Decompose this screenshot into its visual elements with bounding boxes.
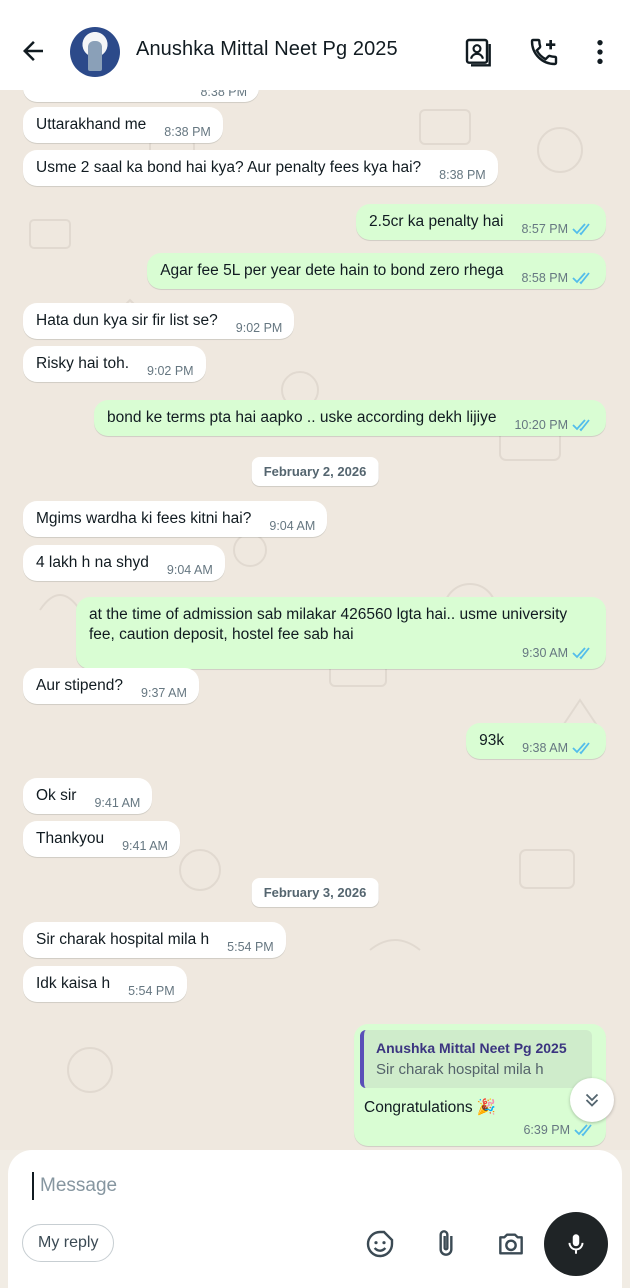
message-time: 9:02 PM <box>147 364 194 378</box>
message-bubble[interactable]: Risky hai toh. 9:02 PM <box>23 346 206 382</box>
message-text: Risky hai toh. <box>36 355 130 372</box>
reply-quote-name: Anushka Mittal Neet Pg 2025 <box>376 1040 567 1056</box>
message-time: 9:41 AM <box>94 796 141 810</box>
message-bubble[interactable]: bond ke terms pta hai aapko .. uske acco… <box>94 400 606 436</box>
voice-record-button[interactable] <box>544 1212 608 1276</box>
message-bubble[interactable]: Ok sir 9:41 AM <box>23 778 153 814</box>
message-bubble[interactable]: Aur stipend? 9:37 AM <box>23 668 199 704</box>
message-time: 8:38 PM <box>200 90 247 99</box>
message-time: 6:39 PM <box>523 1120 596 1140</box>
read-tick-icon <box>572 272 590 285</box>
message-time: 10:20 PM <box>514 415 594 435</box>
message-time: 8:57 PM <box>521 219 594 239</box>
chat-header: Anushka Mittal Neet Pg 2025 <box>0 0 630 90</box>
message-bubble[interactable]: Usme 2 saal ka bond hai kya? Aur penalty… <box>23 150 498 186</box>
message-text: 4 lakh h na shyd <box>36 554 149 571</box>
message-text: Hata dun kya sir fir list se? <box>36 312 218 329</box>
message-time: 5:54 PM <box>227 940 274 954</box>
reply-quote-text: Sir charak hospital mila h <box>376 1061 544 1078</box>
message-bubble[interactable]: Mgims wardha ki fees kitni hai? 9:04 AM <box>23 501 328 537</box>
message-time: 9:02 PM <box>235 321 283 335</box>
message-time: 9:04 AM <box>166 563 213 577</box>
date-divider: February 2, 2026 <box>251 457 379 486</box>
message-text: bond ke terms pta hai aapko .. uske acco… <box>107 409 497 426</box>
contact-name[interactable]: Anushka Mittal Neet Pg 2025 <box>136 38 398 61</box>
message-text: Usme 2 saal ka bond hai kya? Aur penalty… <box>36 159 422 176</box>
message-text: Sir charak hospital mila h <box>36 931 210 948</box>
more-vert-icon[interactable] <box>584 36 616 68</box>
scroll-to-bottom-button[interactable] <box>570 1078 614 1122</box>
double-chevron-down-icon <box>585 1093 599 1107</box>
message-input[interactable] <box>32 1172 482 1200</box>
message-text: Ok sir <box>36 787 77 804</box>
message-text: Uttarakhand me <box>36 116 147 133</box>
message-bubble[interactable]: Idk kaisa h 5:54 PM <box>23 966 187 1002</box>
message-time: 9:41 AM <box>122 839 168 853</box>
message-time: 8:38 PM <box>439 168 486 182</box>
message-bubble[interactable]: Anushka Mittal Neet Pg 2025 Sir charak h… <box>354 1024 606 1146</box>
message-time: 9:04 AM <box>269 519 316 533</box>
message-bubble[interactable]: Agar fee 5L per year dete hain to bond z… <box>147 253 606 289</box>
message-text: Mgims wardha ki fees kitni hai? <box>36 510 252 527</box>
message-time: 9:37 AM <box>141 686 187 700</box>
add-call-icon[interactable] <box>528 36 560 68</box>
message-bubble[interactable]: Hata dun kya sir fir list se? 9:02 PM <box>23 303 295 339</box>
message-text: Agar fee 5L per year dete hain to bond z… <box>160 262 504 279</box>
message-time: 9:30 AM <box>522 643 594 663</box>
sticker-icon[interactable] <box>364 1228 396 1260</box>
back-arrow-icon[interactable] <box>18 36 48 66</box>
message-time: 5:54 PM <box>128 984 175 998</box>
message-bubble[interactable]: at the time of admission sab milakar 426… <box>76 597 606 669</box>
message-text: Aur stipend? <box>36 677 124 694</box>
chat-area[interactable]: 8:38 PM Uttarakhand me 8:38 PM Usme 2 saa… <box>0 90 630 1150</box>
avatar[interactable] <box>70 27 120 77</box>
message-text: 93k <box>479 732 505 749</box>
attach-icon[interactable] <box>430 1228 462 1260</box>
message-time: 8:58 PM <box>521 268 594 288</box>
message-time: 8:38 PM <box>164 125 211 139</box>
message-bubble[interactable]: Thankyou 9:41 AM <box>23 821 180 857</box>
message-time: 9:38 AM <box>522 738 594 758</box>
message-text: Thankyou <box>36 830 105 847</box>
message-bubble[interactable]: 2.5cr ka penalty hai 8:57 PM <box>356 204 606 240</box>
read-tick-icon <box>574 1124 592 1137</box>
my-reply-chip[interactable]: My reply <box>22 1224 115 1262</box>
read-tick-icon <box>572 419 590 432</box>
message-bubble[interactable]: Sir charak hospital mila h 5:54 PM <box>23 922 286 958</box>
message-text: at the time of admission sab milakar 426… <box>89 606 568 643</box>
message-bubble[interactable]: 93k 9:38 AM <box>466 723 606 759</box>
message-text: Congratulations 🎉 <box>364 1099 497 1116</box>
camera-icon[interactable] <box>495 1228 527 1260</box>
message-bubble[interactable]: Uttarakhand me 8:38 PM <box>23 107 223 143</box>
composer: My reply <box>8 1150 622 1288</box>
date-divider: February 3, 2026 <box>251 878 379 907</box>
read-tick-icon <box>572 742 590 755</box>
message-text: Idk kaisa h <box>36 975 111 992</box>
reply-quote[interactable]: Anushka Mittal Neet Pg 2025 Sir charak h… <box>360 1030 592 1088</box>
contact-card-icon[interactable] <box>463 36 495 68</box>
message-bubble[interactable]: 8:38 PM <box>23 90 259 102</box>
read-tick-icon <box>572 223 590 236</box>
message-text: 2.5cr ka penalty hai <box>369 213 504 230</box>
read-tick-icon <box>572 647 590 660</box>
message-bubble[interactable]: 4 lakh h na shyd 9:04 AM <box>23 545 225 581</box>
mic-icon <box>568 1234 584 1254</box>
